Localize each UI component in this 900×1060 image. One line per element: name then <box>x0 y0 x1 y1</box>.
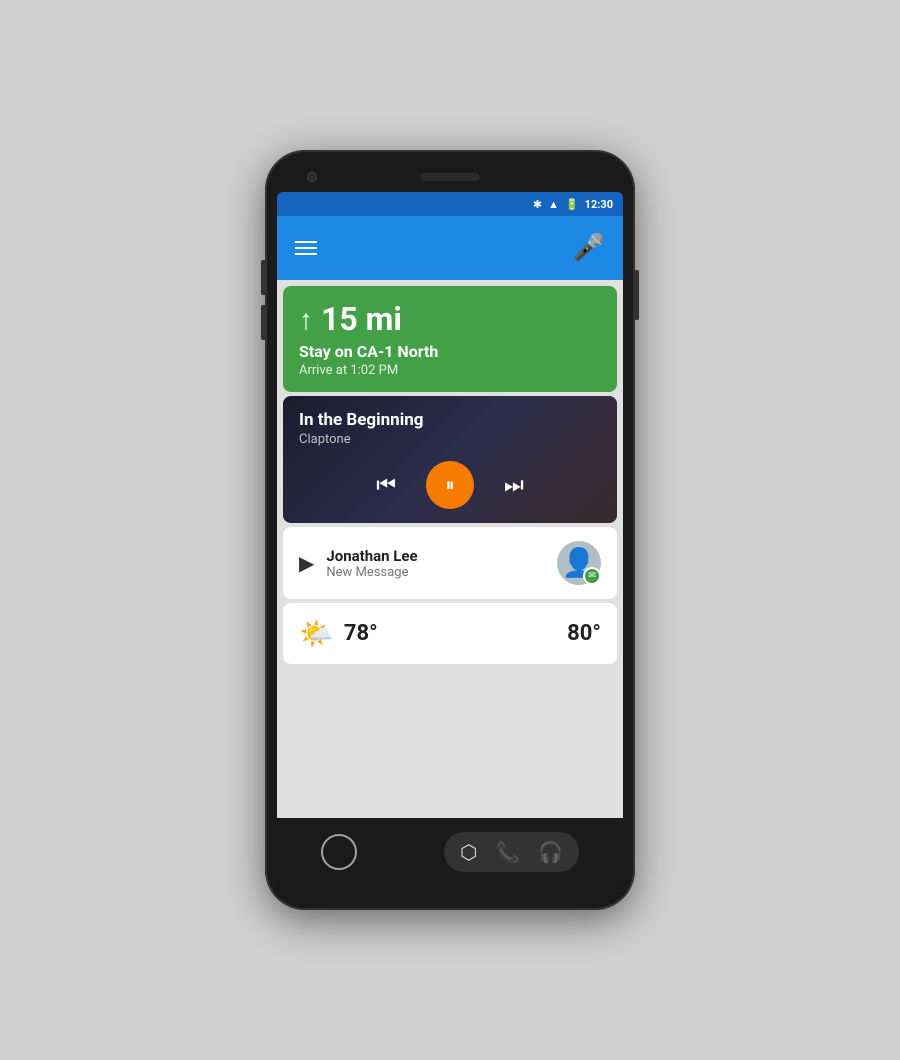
music-card[interactable]: In the Beginning Claptone ⏮ ⏸ ⏭ <box>283 396 617 523</box>
previous-button[interactable]: ⏮ <box>376 473 396 498</box>
message-badge: ✉ <box>583 567 601 585</box>
microphone-button[interactable]: 🎤 <box>573 233 605 263</box>
phone-button[interactable]: 📞 <box>496 840 521 864</box>
battery-icon: 🔋 <box>565 198 579 211</box>
headphones-button[interactable]: 🎧 <box>538 840 563 864</box>
weather-icon: 🌤️ <box>299 617 334 650</box>
nav-button-group: ⬡ 📞 🎧 <box>444 832 579 872</box>
message-label: New Message <box>326 565 545 580</box>
phone-screen: ✱ ▲ 🔋 12:30 🎤 ↑ 15 mi Stay on CA-1 North <box>277 192 623 886</box>
weather-temp-current: 78° <box>344 621 378 646</box>
status-bar: ✱ ▲ 🔋 12:30 <box>277 192 623 216</box>
nav-road: Stay on CA-1 North <box>299 342 601 361</box>
message-sender: Jonathan Lee <box>326 547 545 565</box>
message-play-button[interactable]: ▶ <box>299 551 314 575</box>
next-button[interactable]: ⏭ <box>504 473 524 498</box>
music-title: In the Beginning <box>299 410 601 430</box>
status-time: 12:30 <box>585 198 613 211</box>
home-button[interactable] <box>321 834 357 870</box>
contact-avatar: 👤 ✉ <box>557 541 601 585</box>
phone-device: ✱ ▲ 🔋 12:30 🎤 ↑ 15 mi Stay on CA-1 North <box>265 150 635 910</box>
navigation-card[interactable]: ↑ 15 mi Stay on CA-1 North Arrive at 1:0… <box>283 286 617 392</box>
weather-temp-high: 80° <box>567 621 601 646</box>
weather-left: 🌤️ 78° <box>299 617 378 650</box>
message-badge-icon: ✉ <box>588 571 596 581</box>
camera-icon <box>307 172 317 182</box>
navigation-button[interactable]: ⬡ <box>460 840 477 864</box>
app-bar: 🎤 <box>277 216 623 280</box>
volume-up-button[interactable] <box>261 260 265 295</box>
speaker <box>420 173 480 181</box>
bluetooth-icon: ✱ <box>533 198 542 211</box>
pause-button[interactable]: ⏸ <box>426 461 474 509</box>
main-content: ↑ 15 mi Stay on CA-1 North Arrive at 1:0… <box>277 280 623 818</box>
volume-down-button[interactable] <box>261 305 265 340</box>
phone-top-bar <box>277 162 623 192</box>
message-card[interactable]: ▶ Jonathan Lee New Message 👤 ✉ <box>283 527 617 599</box>
music-artist: Claptone <box>299 432 601 447</box>
music-controls: ⏮ ⏸ ⏭ <box>299 461 601 509</box>
message-text-area: Jonathan Lee New Message <box>326 547 545 580</box>
signal-icon: ▲ <box>548 198 559 211</box>
nav-distance: ↑ 15 mi <box>299 300 601 338</box>
nav-arrow-icon: ↑ <box>299 303 313 336</box>
menu-button[interactable] <box>295 241 317 255</box>
bottom-nav: ⬡ 📞 🎧 <box>277 818 623 886</box>
power-button[interactable] <box>635 270 639 320</box>
nav-arrive: Arrive at 1:02 PM <box>299 363 601 378</box>
weather-card[interactable]: 🌤️ 78° 80° <box>283 603 617 664</box>
